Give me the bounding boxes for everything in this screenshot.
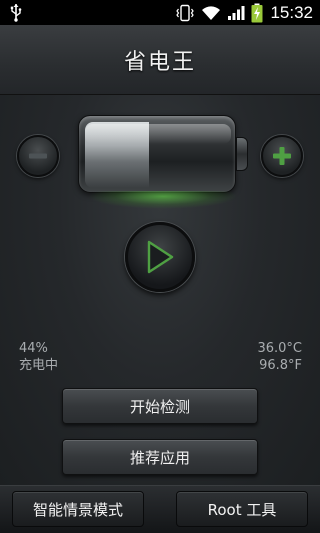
temperature-fahrenheit: 96.8°F [259, 358, 302, 373]
app-header: 省电王 [0, 25, 320, 95]
recommend-apps-button[interactable]: 推荐应用 [62, 439, 258, 475]
play-icon [147, 240, 174, 274]
battery-gloss [85, 124, 231, 144]
battery-info: 44% 充电中 [19, 340, 58, 374]
status-bar: 15:32 [0, 0, 320, 25]
bottom-bar: 智能情景模式 Root 工具 [0, 485, 320, 533]
vibrate-icon [176, 4, 195, 21]
increase-button[interactable] [261, 135, 303, 177]
battery-percent: 44% [19, 341, 48, 356]
wifi-icon [202, 5, 221, 20]
decrease-button[interactable] [17, 135, 59, 177]
page-title: 省电王 [123, 49, 196, 75]
temperature-celsius: 36.0°C [257, 341, 302, 356]
battery-tip [236, 137, 248, 171]
battery-body [78, 115, 236, 193]
battery-graphic [78, 115, 248, 193]
signal-icon [228, 5, 245, 20]
minus-icon [29, 153, 47, 159]
temperature-info: 36.0°C 96.8°F [257, 340, 302, 374]
status-time: 15:32 [270, 2, 313, 22]
plus-icon [273, 147, 291, 165]
battery-charging-icon [251, 3, 263, 22]
smart-mode-button[interactable]: 智能情景模式 [12, 491, 144, 527]
usb-icon [10, 4, 22, 22]
root-tools-button[interactable]: Root 工具 [176, 491, 308, 527]
start-play-button[interactable] [125, 222, 195, 292]
battery-status: 充电中 [19, 358, 59, 373]
charging-glow [88, 191, 238, 209]
start-detect-button[interactable]: 开始检测 [62, 388, 258, 424]
